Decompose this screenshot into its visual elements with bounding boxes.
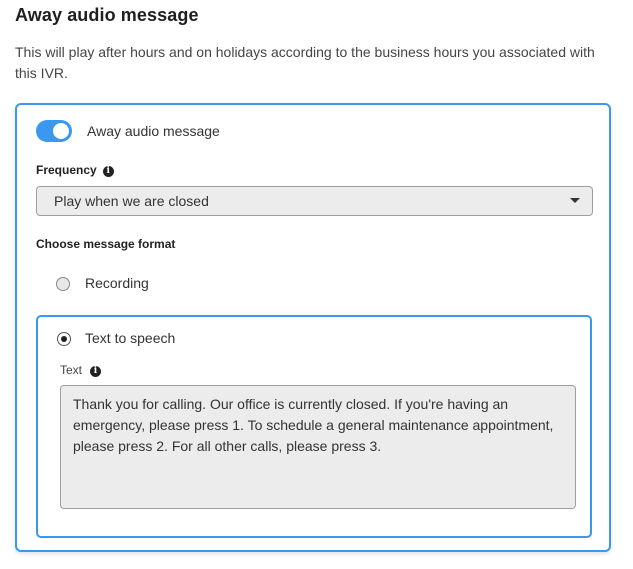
page-description: This will play after hours and on holida… — [15, 44, 595, 81]
frequency-selected-value: Play when we are closed — [54, 193, 209, 209]
frequency-label: Frequency — [36, 163, 97, 177]
recording-radio-label[interactable]: Recording — [85, 275, 149, 291]
recording-radio[interactable] — [56, 277, 70, 291]
tts-text-label: Text — [60, 363, 83, 377]
text-to-speech-panel: Text to speech Text i Thank you for calli… — [36, 315, 592, 538]
info-icon[interactable]: i — [90, 366, 102, 377]
tts-text-field: Text i — [60, 363, 102, 377]
away-audio-toggle[interactable] — [36, 120, 72, 142]
toggle-knob — [53, 123, 69, 139]
away-audio-toggle-label: Away audio message — [87, 123, 220, 139]
frequency-select[interactable]: Play when we are closed — [36, 186, 593, 216]
radio-selected-dot — [61, 336, 67, 342]
tts-text-input[interactable]: Thank you for calling. Our office is cur… — [60, 385, 576, 509]
frequency-field: Frequency i — [36, 163, 114, 177]
away-audio-settings-card: Away audio message Frequency i Play when … — [15, 103, 611, 552]
message-format-label: Choose message format — [36, 237, 176, 251]
page-title: Away audio message — [15, 5, 199, 25]
text-to-speech-radio-label[interactable]: Text to speech — [85, 330, 175, 346]
text-to-speech-radio[interactable] — [57, 332, 71, 346]
info-icon[interactable]: i — [102, 166, 114, 177]
caret-down-icon — [570, 198, 580, 203]
